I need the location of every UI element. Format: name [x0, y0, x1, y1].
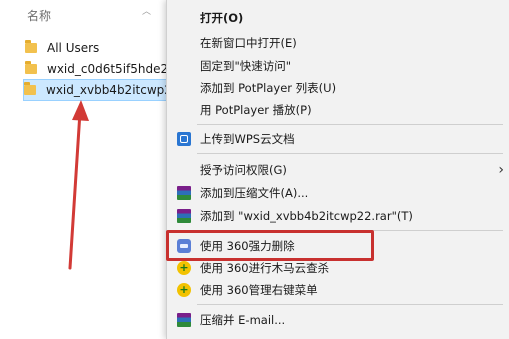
menu-item-label: 添加到 "wxid_xvbb4b2itcwp22.rar"(T) [200, 208, 413, 223]
menu-item-potplayer-play[interactable]: 用 PotPlayer 播放(P) [167, 98, 509, 121]
menu-item-add-to-rar[interactable]: 添加到 "wxid_xvbb4b2itcwp22.rar"(T) [167, 204, 509, 227]
360-icon [177, 282, 191, 297]
folder-label: wxid_c0d6t5if5hde22 [47, 62, 175, 76]
winrar-icon [177, 312, 191, 327]
folder-icon [25, 61, 37, 74]
wps-cloud-icon [177, 131, 191, 146]
menu-item-wps-upload[interactable]: 上传到WPS云文档 [167, 127, 509, 150]
folder-label: wxid_xvbb4b2itcwp22 [46, 83, 170, 97]
menu-item-open-new-window[interactable]: 在新窗口中打开(E) [167, 31, 509, 54]
menu-item-label: 使用 360管理右键菜单 [200, 282, 318, 297]
menu-item-label: 打开(O) [200, 10, 244, 25]
menu-item-compress-email[interactable]: 压缩并 E-mail... [167, 308, 509, 331]
menu-item-pin-quick-access[interactable]: 固定到"快速访问" [167, 54, 509, 77]
menu-item-label: 使用 360进行木马云查杀 [200, 260, 330, 275]
folder-icon [25, 40, 37, 53]
folder-item[interactable]: All Users [25, 37, 175, 59]
folder-icon [24, 82, 36, 95]
menu-item-label: 授予访问权限(G) [200, 162, 287, 177]
menu-separator [197, 153, 503, 154]
menu-item-potplayer-add[interactable]: 添加到 PotPlayer 列表(U) [167, 76, 509, 99]
menu-item-label: 添加到压缩文件(A)... [200, 185, 309, 200]
menu-separator [197, 304, 503, 305]
menu-item-open[interactable]: 打开(O) [167, 6, 509, 29]
menu-item-label: 上传到WPS云文档 [200, 131, 295, 146]
menu-item-label: 在新窗口中打开(E) [200, 35, 297, 50]
menu-item-label: 固定到"快速访问" [200, 58, 292, 73]
name-column-header[interactable]: 名称 [27, 7, 51, 24]
360-icon [177, 260, 191, 275]
winrar-icon [177, 208, 191, 223]
menu-item-label: 用 PotPlayer 播放(P) [200, 102, 312, 117]
folder-label: All Users [47, 41, 100, 55]
winrar-icon [177, 185, 191, 200]
menu-item-grant-access[interactable]: 授予访问权限(G) › [167, 158, 509, 181]
menu-item-label: 添加到 PotPlayer 列表(U) [200, 80, 337, 95]
menu-item-360-manage[interactable]: 使用 360管理右键菜单 [167, 278, 509, 301]
annotation-highlight-box [166, 230, 374, 261]
sort-caret-icon: ︿ [142, 7, 152, 17]
menu-item-label: 压缩并 E-mail... [200, 312, 286, 327]
folder-item-selected[interactable]: wxid_xvbb4b2itcwp22 [23, 79, 170, 101]
menu-separator [197, 124, 503, 125]
submenu-chevron-icon: › [498, 161, 504, 178]
context-menu: 打开(O) 在新窗口中打开(E) 固定到"快速访问" 添加到 PotPlayer… [166, 0, 509, 339]
folder-item[interactable]: wxid_c0d6t5if5hde22 [25, 58, 175, 80]
menu-item-add-to-archive[interactable]: 添加到压缩文件(A)... [167, 181, 509, 204]
